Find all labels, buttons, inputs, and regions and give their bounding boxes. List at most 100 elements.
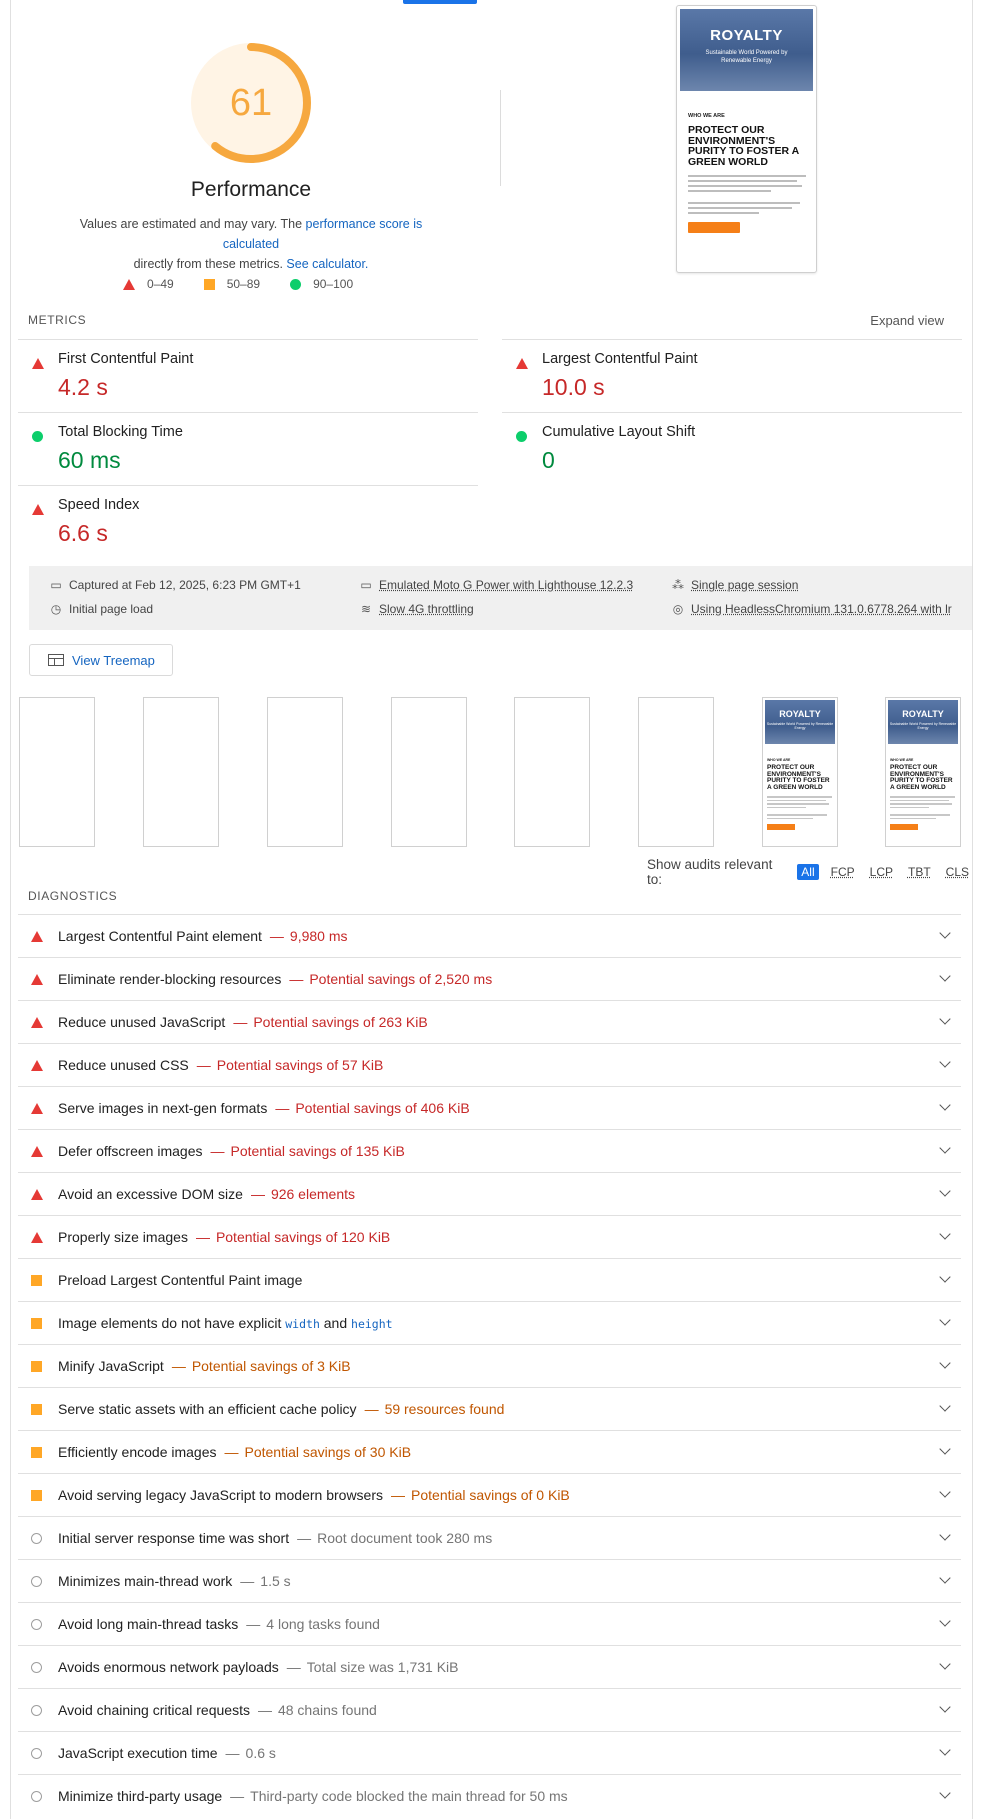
legend-fail: 0–49 xyxy=(123,277,174,291)
final-screenshot[interactable]: ROYALTY Sustainable World Powered by Ren… xyxy=(676,5,817,273)
diagnostics-label: DIAGNOSTICS xyxy=(28,889,118,903)
env-throttling[interactable]: ≋ Slow 4G throttling xyxy=(359,602,474,616)
audit-row[interactable]: Eliminate render-blocking resources — Pote… xyxy=(18,957,961,1001)
chevron-down-icon[interactable] xyxy=(939,1787,951,1799)
chevron-down-icon[interactable] xyxy=(939,1744,951,1756)
filter-chip-lcp[interactable]: LCP xyxy=(867,864,896,880)
metric-lcp: Largest Contentful Paint 10.0 s xyxy=(502,339,962,412)
chevron-down-icon[interactable] xyxy=(939,1357,951,1369)
env-session-text: Single page session xyxy=(691,578,799,592)
audit-row[interactable]: Minimizes main-thread work — 1.5 s xyxy=(18,1559,961,1603)
view-treemap-button[interactable]: View Treemap xyxy=(29,644,173,676)
audit-row[interactable]: Avoid chaining critical requests — 48 chai… xyxy=(18,1688,961,1732)
filter-chip-tbt[interactable]: TBT xyxy=(905,864,934,880)
audit-row[interactable]: Avoid long main-thread tasks — 4 long task… xyxy=(18,1602,961,1646)
chevron-down-icon[interactable] xyxy=(939,1400,951,1412)
audit-row[interactable]: Initial server response time was short — R… xyxy=(18,1516,961,1560)
audit-row[interactable]: Serve static assets with an efficient ca… xyxy=(18,1387,961,1431)
treemap-icon xyxy=(48,654,64,666)
chevron-down-icon[interactable] xyxy=(939,1228,951,1240)
red-triangle-icon xyxy=(516,358,528,369)
audit-separator: — xyxy=(196,1057,211,1073)
env-session[interactable]: ⁂ Single page session xyxy=(671,578,798,592)
metric-value: 0 xyxy=(542,447,555,473)
audit-separator: — xyxy=(246,1616,261,1632)
chevron-down-icon[interactable] xyxy=(939,1443,951,1455)
red-triangle-icon xyxy=(31,1189,43,1200)
audit-display-value: 9,980 ms xyxy=(289,928,348,944)
mini-headline: PROTECT OUR ENVIRONMENT'S PURITY TO FOST… xyxy=(890,764,953,791)
legend-label: 0–49 xyxy=(147,277,174,291)
preview-text-lines xyxy=(688,175,806,214)
chevron-down-icon[interactable] xyxy=(939,1056,951,1068)
audit-separator: — xyxy=(210,1143,225,1159)
metric-name: Speed Index xyxy=(58,497,140,513)
preview-who: WHO WE ARE xyxy=(688,113,725,119)
chevron-down-icon[interactable] xyxy=(939,1572,951,1584)
filter-chip-fcp[interactable]: FCP xyxy=(828,864,858,880)
chevron-down-icon[interactable] xyxy=(939,1185,951,1197)
chevron-down-icon[interactable] xyxy=(939,1615,951,1627)
env-browser[interactable]: ◎ Using HeadlessChromium 131.0.6778.264 w… xyxy=(671,602,961,616)
audit-title: Minimize third-party usage — Third-party c… xyxy=(58,1775,568,1817)
audit-row[interactable]: Image elements do not have explicit widt… xyxy=(18,1301,961,1345)
chevron-down-icon[interactable] xyxy=(939,1271,951,1283)
audit-title: Reduce unused JavaScript — Potential savin… xyxy=(58,1001,428,1043)
red-triangle-icon xyxy=(31,1103,43,1114)
audit-row[interactable]: Properly size images — Potential savings o… xyxy=(18,1215,961,1259)
filter-chip-all[interactable]: All xyxy=(797,864,819,880)
audit-row[interactable]: Avoids enormous network payloads — Total s… xyxy=(18,1645,961,1689)
audit-row[interactable]: Avoid an excessive DOM size — 926 elements xyxy=(18,1172,961,1216)
audit-status xyxy=(31,1404,42,1415)
audit-status xyxy=(31,1533,42,1544)
chevron-down-icon[interactable] xyxy=(939,1142,951,1154)
audit-separator: — xyxy=(230,1788,245,1804)
env-device[interactable]: ▭ Emulated Moto G Power with Lighthouse 1… xyxy=(359,578,633,592)
metric-name: Largest Contentful Paint xyxy=(542,351,698,367)
filter-chip-cls[interactable]: CLS xyxy=(943,864,972,880)
mini-hero: ROYALTY Sustainable World Powered by Rene… xyxy=(888,700,958,744)
audit-row[interactable]: Largest Contentful Paint element — 9,980 m… xyxy=(18,914,961,958)
audit-row[interactable]: JavaScript execution time — 0.6 s xyxy=(18,1731,961,1775)
audit-title: Avoid an excessive DOM size — 926 elements xyxy=(58,1173,355,1215)
chevron-down-icon[interactable] xyxy=(939,1013,951,1025)
chevron-down-icon[interactable] xyxy=(939,1658,951,1670)
audit-row[interactable]: Defer offscreen images — Potential savings… xyxy=(18,1129,961,1173)
metric-divider xyxy=(502,412,962,413)
chevron-down-icon[interactable] xyxy=(939,1099,951,1111)
performance-gauge[interactable]: 61 xyxy=(181,33,321,173)
audit-display-value: Potential savings of 135 KiB xyxy=(230,1143,405,1159)
red-triangle-icon xyxy=(31,1060,43,1071)
env-device-text: Emulated Moto G Power with Lighthouse 12… xyxy=(379,578,634,592)
chevron-down-icon[interactable] xyxy=(939,1486,951,1498)
chevron-down-icon[interactable] xyxy=(939,1701,951,1713)
mini-hero: ROYALTY Sustainable World Powered by Rene… xyxy=(765,700,835,744)
audit-row[interactable]: Serve images in next-gen formats — Potenti… xyxy=(18,1086,961,1130)
audit-row[interactable]: Minimize third-party usage — Third-party c… xyxy=(18,1774,961,1818)
audit-row[interactable]: Reduce unused CSS — Potential savings of 5… xyxy=(18,1043,961,1087)
audit-row[interactable]: Reduce unused JavaScript — Potential savin… xyxy=(18,1000,961,1044)
expand-view-toggle[interactable]: Expand view xyxy=(870,313,944,328)
audit-row[interactable]: Preload Largest Contentful Paint image xyxy=(18,1258,961,1302)
red-triangle-icon xyxy=(31,974,43,985)
audit-row[interactable]: Efficiently encode images — Potential savi… xyxy=(18,1430,961,1474)
audit-row[interactable]: Minify JavaScript — Potential savings of 3… xyxy=(18,1344,961,1388)
audit-status xyxy=(31,1490,42,1501)
orange-square-icon xyxy=(31,1318,42,1329)
chevron-down-icon[interactable] xyxy=(939,1314,951,1326)
audit-status xyxy=(31,1146,43,1157)
mini-logo: ROYALTY xyxy=(779,709,821,719)
mini-text-lines xyxy=(767,796,832,819)
metric-value: 10.0 s xyxy=(542,374,605,400)
metric-si: Speed Index 6.6 s xyxy=(18,485,478,558)
audit-display-value: Potential savings of 30 KiB xyxy=(244,1444,412,1460)
mini-button xyxy=(890,824,918,830)
chevron-down-icon[interactable] xyxy=(939,927,951,939)
chevron-down-icon[interactable] xyxy=(939,1529,951,1541)
audit-display-value: Potential savings of 0 KiB xyxy=(411,1487,570,1503)
audit-title: Avoid serving legacy JavaScript to moder… xyxy=(58,1474,570,1516)
chevron-down-icon[interactable] xyxy=(939,970,951,982)
audit-row[interactable]: Avoid serving legacy JavaScript to moder… xyxy=(18,1473,961,1517)
audit-code: height xyxy=(351,1317,393,1331)
see-calculator-link[interactable]: See calculator. xyxy=(286,257,368,271)
